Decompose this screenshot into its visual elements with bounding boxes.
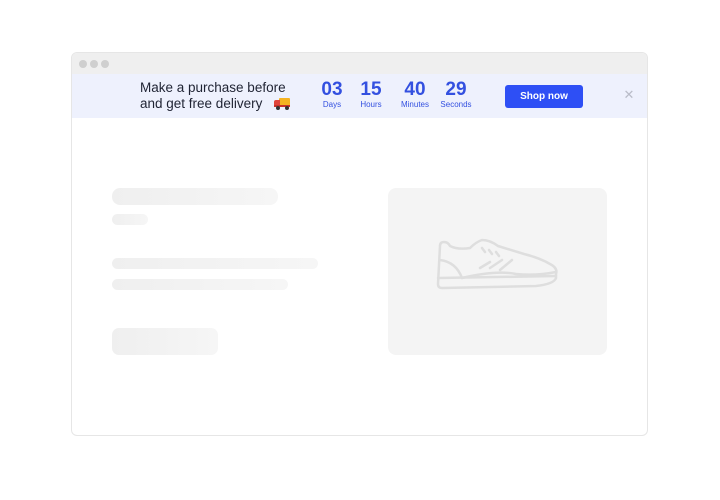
promo-banner: Make a purchase before and get free deli…	[72, 74, 647, 118]
countdown-label: Days	[322, 100, 342, 109]
countdown-value: 15	[360, 79, 382, 100]
window-control-dot[interactable]	[90, 60, 98, 68]
countdown-days: 03 Days	[320, 80, 344, 110]
sneaker-icon	[436, 238, 558, 290]
countdown-label: Minutes	[400, 100, 429, 109]
countdown-value: 03	[321, 79, 343, 100]
browser-window: Make a purchase before and get free deli…	[71, 52, 648, 436]
promo-message-line2: and get free delivery	[140, 96, 263, 111]
close-icon[interactable]: ✕	[622, 88, 636, 102]
countdown-value: 29	[445, 79, 467, 100]
window-titlebar	[72, 53, 647, 74]
countdown-value: 40	[404, 79, 426, 100]
promo-message-line1: Make a purchase before	[140, 80, 286, 95]
window-control-dot[interactable]	[79, 60, 87, 68]
promo-message: Make a purchase before and get free deli…	[140, 80, 291, 112]
countdown-seconds: 29 Seconds	[439, 80, 473, 110]
window-control-dot[interactable]	[101, 60, 109, 68]
countdown-label: Hours	[360, 100, 382, 109]
product-image-placeholder	[388, 188, 607, 355]
shop-now-button[interactable]: Shop now	[505, 85, 583, 108]
countdown-hours: 15 Hours	[358, 80, 384, 110]
title-skeleton	[112, 188, 278, 205]
text-line-skeleton	[112, 279, 288, 290]
countdown-minutes: 40 Minutes	[398, 80, 432, 110]
countdown-label: Seconds	[440, 100, 472, 109]
subtitle-skeleton	[112, 214, 148, 225]
delivery-truck-icon	[274, 98, 291, 110]
text-line-skeleton	[112, 258, 318, 269]
button-skeleton	[112, 328, 218, 355]
